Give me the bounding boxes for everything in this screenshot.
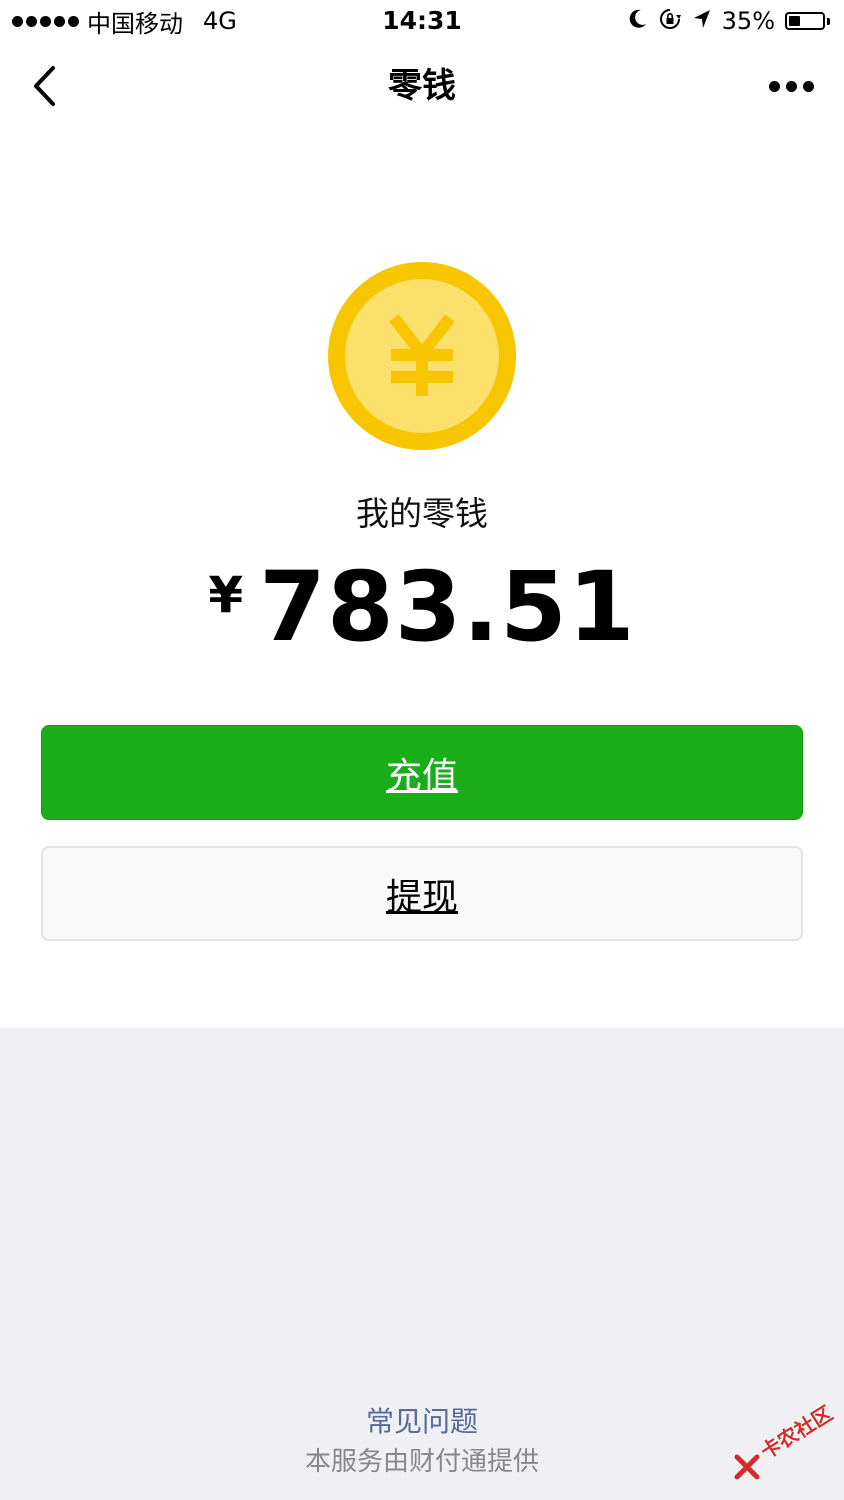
watermark-logo: 卡农社区 [734,1401,837,1490]
balance-label: 我的零钱 [356,494,488,533]
more-button[interactable] [769,72,814,100]
battery-percent: 35% [721,7,775,35]
status-bar: 中国移动 4G 14:31 35% [0,0,844,42]
faq-link[interactable]: 常见问题 [0,1400,844,1444]
battery-icon [785,12,830,30]
recharge-button[interactable]: 充值 [41,725,803,820]
navigation-bar: 零钱 [0,42,844,130]
watermark-mark-icon [734,1454,760,1480]
rotation-lock-icon [658,7,682,36]
location-arrow-icon [692,8,712,35]
page-title: 零钱 [388,66,456,106]
yuan-coin-icon [328,262,516,450]
currency-symbol: ¥ [208,566,244,624]
more-dots-icon [769,80,780,92]
balance-value: 783.51 [259,551,636,663]
balance-amount: ¥783.51 [0,552,844,690]
withdraw-button[interactable]: 提现 [41,846,803,941]
moon-icon [628,8,648,35]
recharge-button-label: 充值 [385,755,458,797]
wallet-change-page: 中国移动 4G 14:31 35% 零钱 我的零钱 ¥ 783.51 充值 提现… [0,0,844,1500]
withdraw-button-label: 提现 [385,876,458,918]
status-bar-right: 35% [628,6,830,36]
service-provider-text: 本服务由财付通提供 [304,1447,539,1477]
